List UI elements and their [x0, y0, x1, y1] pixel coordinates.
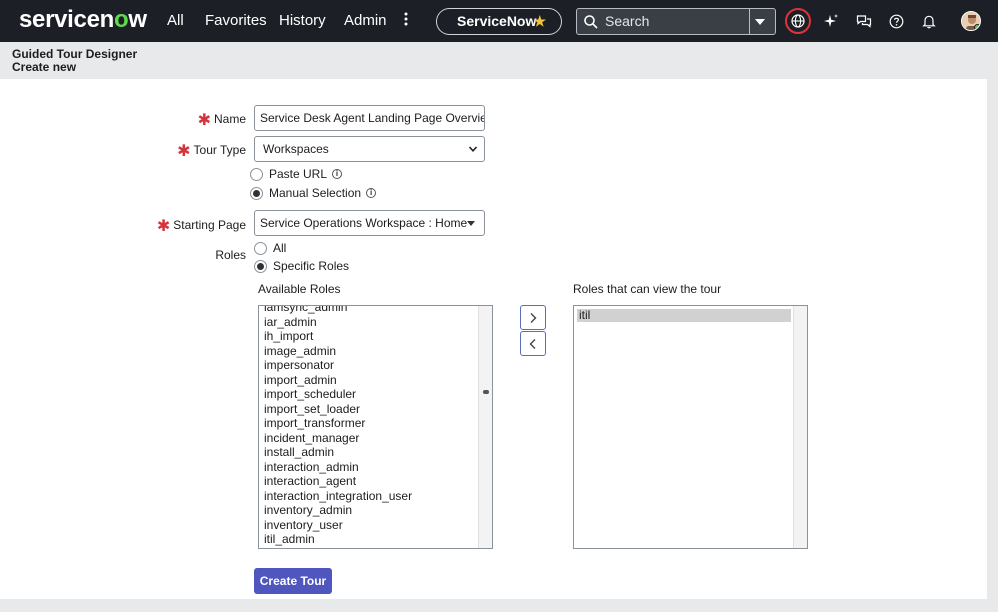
- paste-url-label: Paste URL: [269, 167, 328, 181]
- name-input[interactable]: Service Desk Agent Landing Page Overview: [254, 105, 485, 131]
- available-roles-items: iamsync_admin iar_admin ih_import image_adm…: [259, 306, 479, 547]
- available-role-option[interactable]: import_transformer: [259, 416, 479, 431]
- help-icon[interactable]: [883, 8, 909, 34]
- available-role-option[interactable]: inventory_admin: [259, 503, 479, 518]
- online-status-dot: [974, 24, 980, 30]
- search-placeholder: Search: [605, 13, 650, 29]
- selected-roles-label: Roles that can view the tour: [573, 282, 722, 296]
- tour-type-value: Workspaces: [263, 142, 329, 156]
- page-scrollbar-gutter: [987, 42, 998, 612]
- available-role-option[interactable]: inventory_user: [259, 518, 479, 533]
- available-role-option[interactable]: ih_import: [259, 329, 479, 344]
- available-role-option[interactable]: import_scheduler: [259, 387, 479, 402]
- chevron-down-icon: [467, 221, 475, 226]
- required-marker: ✱: [177, 143, 191, 160]
- manual-selection-label: Manual Selection: [269, 186, 362, 200]
- globe-icon[interactable]: [785, 8, 811, 34]
- available-role-option[interactable]: impersonator: [259, 358, 479, 373]
- user-avatar[interactable]: [961, 11, 981, 31]
- radio-button[interactable]: [250, 167, 263, 181]
- kebab-menu-icon[interactable]: [404, 11, 408, 32]
- available-role-option[interactable]: interaction_admin: [259, 460, 479, 475]
- create-tour-button[interactable]: Create Tour: [254, 568, 332, 594]
- add-role-button[interactable]: [520, 305, 546, 330]
- servicenow-logo[interactable]: servicenow: [19, 6, 147, 34]
- tour-type-label-text: Tour Type: [193, 143, 246, 157]
- radio-button[interactable]: [254, 241, 267, 255]
- logo-text-part-1: servicen: [19, 6, 115, 33]
- available-roles-label: Available Roles: [258, 282, 341, 296]
- starting-page-label: ✱ Starting Page: [150, 216, 246, 236]
- radio-button[interactable]: [250, 186, 263, 200]
- chevron-down-icon[interactable]: [755, 19, 765, 25]
- chevron-left-icon: [529, 338, 536, 349]
- roles-label: Roles: [215, 248, 246, 262]
- available-role-option[interactable]: interaction_agent: [259, 474, 479, 489]
- page-title: Guided Tour Designer: [12, 47, 138, 61]
- logo-text-part-3: w: [128, 6, 147, 33]
- available-role-option[interactable]: import_set_loader: [259, 402, 479, 417]
- roles-all-label: All: [273, 241, 287, 255]
- manual-selection-radio[interactable]: Manual Selection i: [250, 186, 377, 200]
- selected-roles-scrollbar[interactable]: [793, 306, 807, 548]
- bell-icon[interactable]: [916, 8, 942, 34]
- radio-button[interactable]: [254, 259, 267, 273]
- tour-type-select[interactable]: Workspaces: [254, 136, 485, 162]
- tour-type-label: ✱ Tour Type: [170, 141, 246, 161]
- name-label-text: Name: [213, 112, 246, 126]
- selected-roles-items: itil: [574, 309, 807, 322]
- logo-text-part-2: o: [114, 6, 129, 33]
- nav-link-favorites[interactable]: Favorites: [205, 12, 267, 29]
- available-role-option[interactable]: interaction_integration_user: [259, 489, 479, 504]
- name-label: ✱ Name: [190, 110, 246, 130]
- remove-role-button[interactable]: [520, 331, 546, 356]
- required-marker: ✱: [156, 218, 171, 235]
- scrollbar-thumb[interactable]: [483, 390, 489, 394]
- available-role-option[interactable]: install_admin: [259, 445, 479, 460]
- page-header: Guided Tour Designer Create new: [0, 42, 987, 79]
- roles-all-radio[interactable]: All: [254, 241, 286, 255]
- starting-page-select[interactable]: Service Operations Workspace : Home: [254, 210, 485, 236]
- starting-page-label-text: Starting Page: [173, 218, 246, 232]
- chat-icon[interactable]: [851, 8, 877, 34]
- required-marker: ✱: [197, 112, 211, 129]
- star-icon: ★: [533, 13, 546, 29]
- search-icon: [584, 15, 598, 29]
- page-bottom-gutter: [0, 599, 987, 612]
- global-search-input[interactable]: Search: [576, 8, 776, 35]
- available-role-option[interactable]: iar_admin: [259, 315, 479, 330]
- chevron-right-icon: [530, 312, 537, 323]
- roles-specific-label: Specific Roles: [273, 259, 350, 273]
- roles-specific-radio[interactable]: Specific Roles: [254, 259, 349, 273]
- nav-link-all[interactable]: All: [167, 12, 184, 29]
- selected-roles-list[interactable]: itil: [573, 305, 808, 549]
- info-icon[interactable]: i: [366, 188, 377, 198]
- search-divider: [749, 9, 750, 34]
- instance-label: ServiceNow: [457, 13, 537, 29]
- available-role-option[interactable]: itil_admin: [259, 532, 479, 547]
- available-roles-scrollbar[interactable]: [478, 306, 492, 548]
- page-subtitle: Create new: [12, 60, 77, 74]
- top-navigation-bar: servicenow All Favorites History Admin S…: [0, 0, 998, 42]
- instance-switcher-button[interactable]: ServiceNow ★: [436, 8, 562, 35]
- sparkle-icon[interactable]: [818, 8, 844, 34]
- paste-url-radio[interactable]: Paste URL i: [250, 167, 343, 181]
- available-role-option[interactable]: image_admin: [259, 344, 479, 359]
- tour-form: ✱ Name Service Desk Agent Landing Page Ov…: [0, 79, 987, 599]
- available-role-option[interactable]: incident_manager: [259, 431, 479, 446]
- chevron-down-icon: [468, 146, 478, 152]
- nav-link-admin[interactable]: Admin: [344, 12, 387, 29]
- available-role-option[interactable]: import_admin: [259, 373, 479, 388]
- available-role-option[interactable]: iamsync_admin: [259, 306, 479, 315]
- starting-page-value: Service Operations Workspace : Home: [260, 216, 468, 230]
- selected-role-option[interactable]: itil: [577, 309, 791, 322]
- available-roles-list[interactable]: iamsync_admin iar_admin ih_import image_adm…: [258, 305, 493, 549]
- nav-link-history[interactable]: History: [279, 12, 326, 29]
- info-icon[interactable]: i: [332, 169, 343, 179]
